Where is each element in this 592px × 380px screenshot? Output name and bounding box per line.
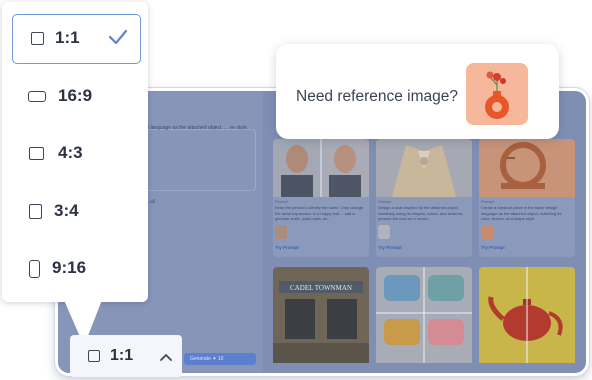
aspect-option-1-1[interactable]: 1:1: [12, 14, 141, 64]
chevron-up-icon[interactable]: [159, 352, 173, 362]
square-ratio-icon: [88, 350, 100, 362]
landscape-ratio-icon: [28, 91, 46, 102]
card-image: [479, 139, 575, 197]
card-image: [376, 139, 472, 197]
card-meta: Prompt: [378, 199, 391, 204]
prompt-card[interactable]: Prompt Keep the person's identity the sa…: [273, 139, 369, 257]
generate-cost: ✦ 10: [212, 356, 224, 362]
prompt-card[interactable]: [376, 267, 472, 363]
card-reference-thumb: [378, 225, 390, 239]
aspect-option-label: 9:16: [52, 258, 87, 277]
square-ratio-icon: [31, 32, 44, 45]
aspect-option-label: 1:1: [55, 28, 80, 47]
aspect-ratio-button-label: 1:1: [110, 347, 134, 364]
vase-image: [466, 63, 528, 125]
store-sign: CADEL TOWNMAN: [290, 284, 352, 292]
prompt-card[interactable]: CADEL TOWNMAN: [273, 267, 369, 363]
prompt-card[interactable]: [479, 267, 575, 363]
aspect-option-3-4[interactable]: 3:4: [2, 183, 148, 239]
reference-image-card[interactable]: Need reference image?: [276, 44, 559, 139]
aspect-option-16-9[interactable]: 16:9: [2, 68, 148, 124]
try-prompt-link[interactable]: Try Prompt: [378, 245, 402, 250]
portrait-ratio-icon: [29, 204, 42, 219]
aspect-option-label: 3:4: [54, 201, 79, 220]
prompt-card[interactable]: Prompt Design a coat inspired by the att…: [376, 139, 472, 257]
check-icon: [108, 29, 128, 45]
card-reference-thumb: [481, 225, 493, 239]
aspect-option-4-3[interactable]: 4:3: [2, 126, 148, 182]
aspect-option-label: 16:9: [58, 86, 93, 105]
try-prompt-link[interactable]: Try Prompt: [275, 245, 299, 250]
card-description: Create a furniture piece in the same des…: [481, 205, 562, 221]
card-image: CADEL TOWNMAN: [273, 267, 369, 363]
card-meta: Prompt: [275, 199, 288, 204]
reference-prompt-text: Need reference image?: [296, 88, 458, 105]
reference-thumbnail[interactable]: [466, 63, 528, 125]
card-image: [273, 139, 369, 197]
portrait-ratio-icon: [29, 260, 40, 278]
card-description: Design a coat inspired by the attached o…: [378, 205, 463, 221]
card-image: [376, 267, 472, 363]
aspect-ratio-dropdown: 1:1 16:9 4:3 3:4 9:16: [2, 2, 148, 302]
card-reference-thumb: [275, 225, 287, 239]
prompt-card[interactable]: Prompt Create a furniture piece in the s…: [479, 139, 575, 257]
generate-label: Generate: [190, 356, 211, 362]
card-description: Keep the person's identity the same. Onl…: [275, 205, 364, 221]
try-prompt-link[interactable]: Try Prompt: [481, 245, 505, 250]
generate-button[interactable]: Generate ✦ 10: [184, 353, 256, 365]
landscape-ratio-icon: [29, 147, 44, 160]
card-image: [479, 267, 575, 363]
aspect-option-label: 4:3: [58, 143, 83, 162]
aspect-option-9-16[interactable]: 9:16: [2, 240, 148, 296]
card-meta: Prompt: [481, 199, 494, 204]
